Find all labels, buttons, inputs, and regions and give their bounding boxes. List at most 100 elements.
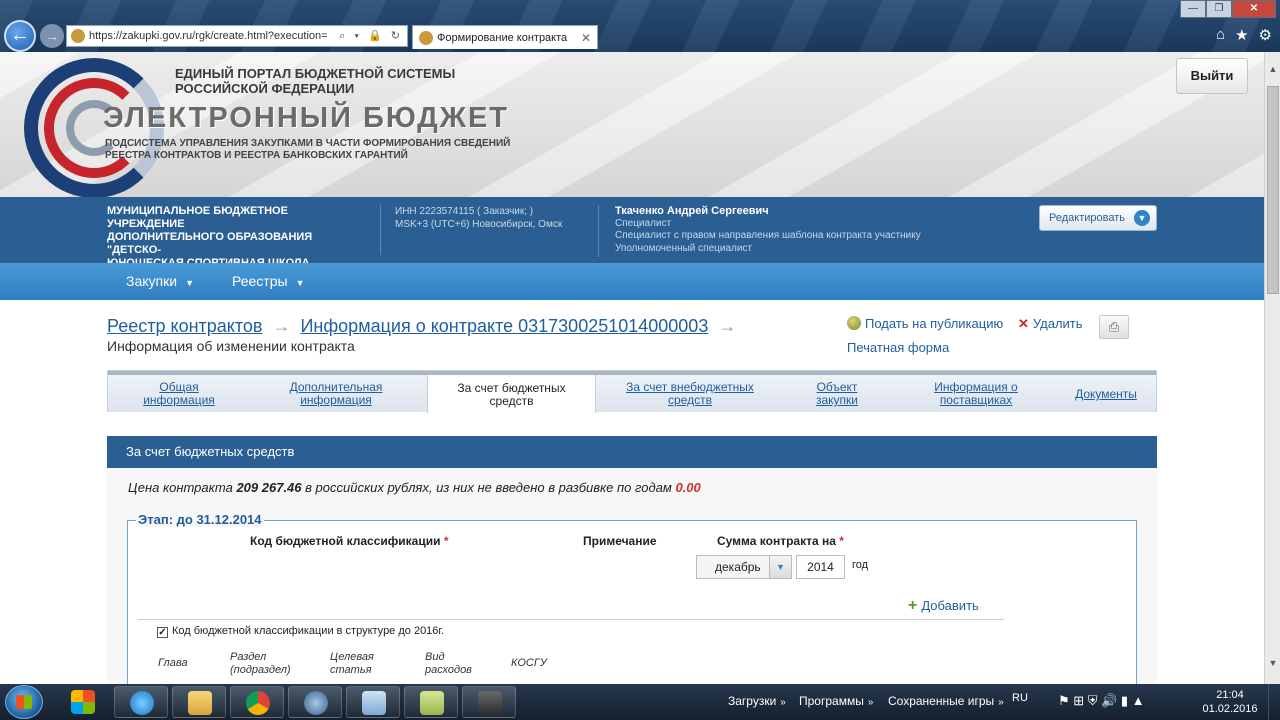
breadcrumb-contract-registry-link[interactable]: Реестр контрактов	[107, 316, 262, 336]
scroll-up-icon[interactable]: ▲	[1265, 64, 1280, 78]
menu-item-purchases[interactable]: Закупки ▼	[126, 263, 194, 300]
tab-emblem-icon	[419, 31, 433, 45]
clock-date: 01.02.2016	[1202, 703, 1258, 715]
scroll-down-icon[interactable]: ▼	[1265, 658, 1280, 672]
scroll-thumb[interactable]	[1267, 86, 1279, 294]
home-icon[interactable]: ⌂	[1216, 26, 1225, 44]
tab-title: Формирование контракта	[437, 32, 568, 44]
tab-general-info[interactable]: Общая информация	[142, 381, 216, 407]
year-input[interactable]: 2014	[796, 555, 845, 579]
maximize-button[interactable]: ❐	[1206, 0, 1232, 18]
breadcrumb: Реестр контрактов → Информация о контракте…	[107, 316, 746, 337]
site-emblem-icon	[71, 29, 85, 43]
tab-extrabudget-funds[interactable]: За счет внебюджетных средств	[620, 381, 760, 407]
caret-down-icon: ▼	[185, 278, 194, 288]
user-role: Специалист с правом направления шаблона …	[615, 230, 921, 241]
address-bar-icons[interactable]: ⌕ ▾ 🔒 ↻	[339, 26, 403, 46]
browser-icons: ⌂ ★ ⚙	[1216, 26, 1272, 44]
contract-tabs: Общая информация Дополнительная информация…	[107, 370, 1157, 413]
tab-procurement-object[interactable]: Объект закупки	[808, 381, 866, 407]
organization-meta: ИНН 2223574115 ( Заказчик; ) MSK+3 (UTC+…	[380, 205, 562, 255]
portal-header: ЕДИНЫЙ ПОРТАЛ БЮДЖЕТНОЙ СИСТЕМЫ РОССИЙСК…	[0, 52, 1264, 197]
kbk-column-kosgu: КОСГУ	[511, 657, 547, 669]
kbk-column-expense-type: Вид расходов	[425, 651, 472, 676]
favorites-star-icon[interactable]: ★	[1235, 26, 1248, 44]
window-close-button[interactable]: ✕	[1232, 0, 1276, 18]
user-role: Специалист	[615, 217, 672, 229]
vertical-scrollbar[interactable]: ▲ ▼	[1264, 52, 1280, 684]
logout-button[interactable]: Выйти	[1176, 58, 1248, 94]
print-icon[interactable]: ⎙	[1099, 315, 1129, 339]
kbk-column-target: Целевая статья	[330, 651, 374, 676]
organization-info-bar: МУНИЦИПАЛЬНОЕ БЮДЖЕТНОЕ УЧРЕЖДЕНИЕ ДОПОЛ…	[0, 197, 1264, 282]
show-desktop-button[interactable]	[1268, 684, 1280, 720]
file-explorer-icon[interactable]	[172, 686, 226, 718]
toolbar-downloads[interactable]: Загрузки»	[728, 694, 786, 708]
budget-funds-section: За счет бюджетных средств Цена контракта…	[107, 436, 1157, 690]
window-controls: — ❐ ✕	[1180, 0, 1276, 18]
tab-close-icon[interactable]: ✕	[581, 26, 591, 50]
start-button[interactable]	[5, 685, 43, 719]
caret-down-icon: ▼	[295, 278, 305, 288]
tab-documents[interactable]: Документы	[1070, 388, 1142, 401]
mail-agent-icon[interactable]	[288, 686, 342, 718]
apps-grid-icon[interactable]	[56, 686, 110, 718]
contract-price-line: Цена контракта 209 267.46 в российских р…	[128, 480, 701, 495]
month-select[interactable]: декабрь ▼	[696, 555, 792, 579]
portal-name: ЕДИНЫЙ ПОРТАЛ БЮДЖЕТНОЙ СИСТЕМЫ РОССИЙСК…	[175, 66, 456, 96]
publish-globe-icon	[847, 316, 861, 330]
delete-x-icon: ✕	[1018, 316, 1029, 331]
publish-link[interactable]: Подать на публикацию	[847, 316, 1003, 331]
tab-budget-funds[interactable]: За счет бюджетных средств	[427, 375, 596, 413]
browser-toolbar: ← → https://zakupki.gov.ru/rgk/create.ht…	[0, 0, 1280, 52]
edit-profile-button[interactable]: Редактировать ▼	[1039, 205, 1157, 231]
user-info: Ткаченко Андрей Сергеевич Специалист Спе…	[598, 205, 921, 257]
arrow-right-icon: →	[718, 316, 737, 336]
checkbox-checked-icon[interactable]: ✓	[157, 627, 168, 638]
product-title: ЭЛЕКТРОННЫЙ БЮДЖЕТ	[103, 102, 510, 134]
tab-supplier-info[interactable]: Информация о поставщиках	[926, 381, 1026, 407]
clock-time: 21:04	[1216, 689, 1244, 701]
unallocated-amount: 0.00	[675, 480, 701, 495]
clock[interactable]: 21:04 01.02.2016	[1201, 688, 1259, 716]
main-menu: Закупки ▼ Реестры ▼	[0, 263, 1264, 300]
stage-fieldset: Этап: до 31.12.2014 Код бюджетной класси…	[127, 512, 1137, 690]
user-name: Ткаченко Андрей Сергеевич	[615, 205, 769, 217]
column-header-sum: Сумма контракта на *	[717, 534, 844, 548]
subsystem-description: ПОДСИСТЕМА УПРАВЛЕНИЯ ЗАКУПКАМИ В ЧАСТИ …	[105, 138, 511, 161]
tab-additional-info[interactable]: Дополнительная информация	[284, 381, 388, 407]
kbk-column-razdel: Раздел (подраздел)	[230, 651, 291, 676]
divider	[138, 619, 1004, 620]
page-subtitle: Информация об изменении контракта	[107, 338, 355, 354]
stage-label: Этап: до 31.12.2014	[136, 512, 264, 527]
toolbar-saved-games[interactable]: Сохраненные игры»	[888, 694, 1004, 708]
forward-arrow-icon[interactable]: →	[40, 24, 64, 48]
dropdown-arrow-icon[interactable]: ▼	[769, 556, 791, 578]
required-mark: *	[443, 534, 449, 548]
system-tray-icons[interactable]: ⚑ ⊞ ⛨ 🔊 ▮ ▲	[1058, 693, 1145, 709]
print-form-link[interactable]: Печатная форма	[847, 340, 949, 355]
language-indicator[interactable]: RU	[1012, 692, 1028, 704]
plus-icon: +	[908, 597, 918, 614]
browser-tab[interactable]: Формирование контракта ✕	[412, 25, 598, 49]
add-button[interactable]: + Добавить	[908, 597, 979, 615]
arrow-right-icon: →	[272, 316, 291, 336]
media-recorder-icon[interactable]	[462, 686, 516, 718]
toolbar-programs[interactable]: Программы»	[799, 694, 873, 708]
breadcrumb-contract-info-link[interactable]: Информация о контракте 03173002510140000…	[300, 316, 708, 336]
calculator-icon[interactable]	[346, 686, 400, 718]
kbk-old-structure-checkbox[interactable]: ✓ Код бюджетной классификации в структуре…	[157, 625, 444, 638]
kbk-column-glava: Глава	[158, 657, 188, 669]
menu-item-registries[interactable]: Реестры ▼	[232, 263, 304, 300]
chrome-icon[interactable]	[230, 686, 284, 718]
year-label: год	[852, 559, 869, 571]
notes-icon[interactable]	[404, 686, 458, 718]
back-arrow-icon[interactable]: ←	[4, 20, 36, 52]
url-text: https://zakupki.gov.ru/rgk/create.html?e…	[89, 30, 328, 42]
address-bar[interactable]: https://zakupki.gov.ru/rgk/create.html?e…	[66, 25, 408, 47]
minimize-button[interactable]: —	[1180, 0, 1206, 18]
delete-link[interactable]: ✕ Удалить	[1018, 316, 1083, 332]
settings-gear-icon[interactable]: ⚙	[1259, 26, 1272, 44]
windows-taskbar: Загрузки» Программы» Сохраненные игры» R…	[0, 684, 1280, 720]
internet-explorer-icon[interactable]	[114, 686, 168, 718]
